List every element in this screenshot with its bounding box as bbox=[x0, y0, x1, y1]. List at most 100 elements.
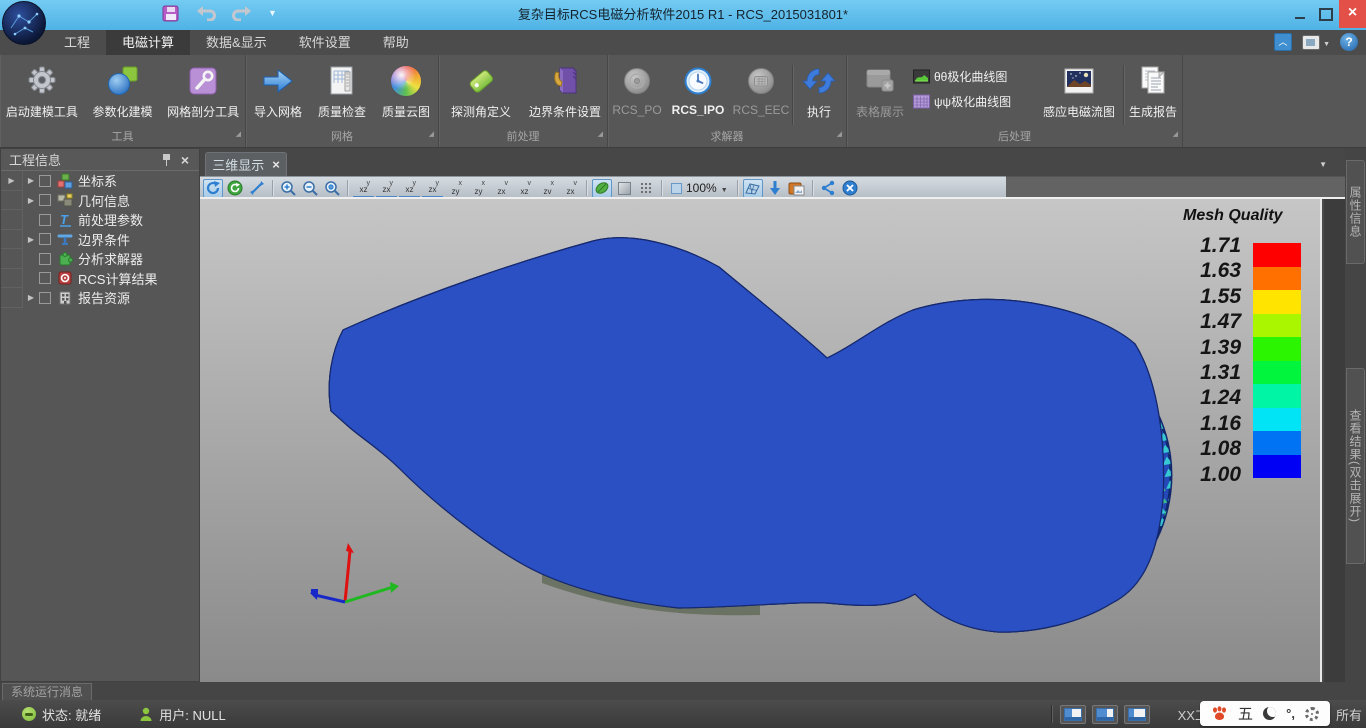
menu-tab-help[interactable]: 帮助 bbox=[367, 30, 425, 55]
zoom-out-button[interactable] bbox=[300, 179, 320, 198]
layout-button-1[interactable] bbox=[1060, 705, 1086, 724]
ime-toolbar[interactable]: 五 °, bbox=[1200, 701, 1330, 726]
dialog-launcher-icon[interactable]: ◢ bbox=[837, 127, 842, 143]
ime-mode-button[interactable]: 五 bbox=[1238, 703, 1253, 724]
menu-tab-data-display[interactable]: 数据&显示 bbox=[190, 30, 283, 55]
ime-moon-icon[interactable] bbox=[1263, 707, 1276, 720]
view-orientation-button-6[interactable]: zyx bbox=[468, 179, 489, 198]
show-mesh-button[interactable] bbox=[743, 179, 763, 198]
redo-button[interactable] bbox=[232, 3, 252, 23]
tree-item-rcs-result[interactable]: RCS计算结果 bbox=[23, 269, 199, 289]
shaded-mode-button[interactable] bbox=[592, 179, 612, 198]
dialog-launcher-icon[interactable]: ◢ bbox=[429, 127, 434, 143]
expand-arrow-icon[interactable] bbox=[23, 176, 39, 185]
ime-paw-icon[interactable] bbox=[1211, 706, 1228, 721]
psi-polarization-curve-button[interactable]: ψψ极化曲线图 bbox=[913, 92, 1035, 110]
expand-arrow-icon[interactable] bbox=[23, 293, 39, 302]
menu-tab-project[interactable]: 工程 bbox=[48, 30, 106, 55]
view-orientation-button-5[interactable]: zyx bbox=[445, 179, 466, 198]
parametric-modeling-button[interactable]: 参数化建模 bbox=[84, 59, 162, 129]
rcs-ipo-button[interactable]: RCS_IPO bbox=[666, 59, 730, 129]
close-panel-icon[interactable] bbox=[181, 152, 189, 168]
import-mesh-button[interactable]: 导入网格 bbox=[246, 59, 310, 129]
save-view-button[interactable] bbox=[765, 179, 785, 198]
undo-button[interactable] bbox=[196, 3, 216, 23]
view-orientation-button-9[interactable]: zvx bbox=[537, 179, 558, 198]
layout-button-3[interactable] bbox=[1124, 705, 1150, 724]
tab-list-dropdown-button[interactable] bbox=[1319, 156, 1327, 170]
expand-arrow-icon[interactable] bbox=[23, 196, 39, 205]
collapse-ribbon-button[interactable] bbox=[1274, 33, 1292, 51]
quick-access-dropdown[interactable]: ▼ bbox=[268, 8, 277, 18]
save-button[interactable] bbox=[160, 3, 180, 23]
menu-tab-em-compute[interactable]: 电磁计算 bbox=[106, 30, 190, 55]
checkbox[interactable] bbox=[39, 272, 51, 284]
pin-icon[interactable] bbox=[162, 154, 171, 166]
layout-button-2[interactable] bbox=[1092, 705, 1118, 724]
link-views-button[interactable] bbox=[818, 179, 838, 198]
zoom-in-button[interactable] bbox=[278, 179, 298, 198]
view-orientation-button-4[interactable]: zxy bbox=[422, 179, 443, 198]
capture-view-button[interactable] bbox=[787, 179, 807, 198]
view-orientation-button-8[interactable]: xzv bbox=[514, 179, 535, 198]
app-logo[interactable] bbox=[2, 1, 46, 45]
expand-arrow-icon[interactable] bbox=[4, 176, 20, 185]
tab-property-info[interactable]: 属性信息 bbox=[1346, 160, 1365, 264]
induction-current-map-button[interactable]: 感应电磁流图 bbox=[1035, 59, 1123, 129]
expand-arrow-icon[interactable] bbox=[23, 235, 39, 244]
checkbox[interactable] bbox=[39, 175, 51, 187]
probe-angle-define-button[interactable]: 探测角定义 bbox=[439, 59, 523, 129]
ime-punctuation-button[interactable]: °, bbox=[1286, 706, 1295, 721]
tree-item-preprocess-params[interactable]: T 前处理参数 bbox=[23, 210, 199, 230]
rcs-po-button[interactable]: RCS_PO bbox=[608, 59, 666, 129]
pan-view-button[interactable] bbox=[247, 179, 267, 198]
tree-item-solver[interactable]: 分析求解器 bbox=[23, 249, 199, 269]
minimize-button[interactable] bbox=[1287, 0, 1313, 28]
menu-tab-settings[interactable]: 软件设置 bbox=[283, 30, 367, 55]
mesh-partition-tools-button[interactable]: 网格剖分工具 bbox=[161, 59, 245, 129]
flat-mode-button[interactable] bbox=[614, 179, 634, 198]
dialog-launcher-icon[interactable]: ◢ bbox=[598, 127, 603, 143]
table-display-button[interactable]: 表格展示 bbox=[847, 59, 913, 129]
checkbox[interactable] bbox=[39, 292, 51, 304]
tree-item-geometry-info[interactable]: 几何信息 bbox=[23, 191, 199, 211]
ime-settings-gear-icon[interactable] bbox=[1305, 707, 1319, 721]
view-orientation-button-2[interactable]: zxy bbox=[376, 179, 397, 198]
maximize-button[interactable] bbox=[1313, 0, 1339, 28]
dialog-launcher-icon[interactable]: ◢ bbox=[236, 127, 241, 143]
tree-item-boundary-condition[interactable]: 边界条件 bbox=[23, 230, 199, 250]
checkbox[interactable] bbox=[39, 214, 51, 226]
view-orientation-button-1[interactable]: xzy bbox=[353, 179, 374, 198]
quality-check-button[interactable]: 质量检查 bbox=[310, 59, 374, 129]
close-view-button[interactable] bbox=[840, 179, 860, 198]
tab-system-messages[interactable]: 系统运行消息 bbox=[2, 683, 92, 700]
zoom-fit-button[interactable] bbox=[322, 179, 342, 198]
tab-view-results[interactable]: 查看结果(双击展开) bbox=[1346, 368, 1365, 564]
view-orientation-button-3[interactable]: xzy bbox=[399, 179, 420, 198]
tree-item-coordinate-system[interactable]: 坐标系 bbox=[23, 171, 199, 191]
dialog-launcher-icon[interactable]: ◢ bbox=[1173, 127, 1178, 143]
checkbox[interactable] bbox=[39, 253, 51, 265]
zoom-level-control[interactable]: 100% bbox=[667, 181, 732, 195]
style-switch-button[interactable] bbox=[1302, 35, 1330, 50]
close-tab-icon[interactable] bbox=[272, 157, 280, 172]
rotate-view-button[interactable] bbox=[203, 179, 223, 198]
view-orientation-button-10[interactable]: zxv bbox=[560, 179, 581, 198]
view-orientation-button-7[interactable]: zxv bbox=[491, 179, 512, 198]
close-button[interactable] bbox=[1339, 0, 1366, 28]
boundary-condition-settings-button[interactable]: 边界条件设置 bbox=[523, 59, 607, 129]
execute-button[interactable]: 执行 bbox=[793, 59, 845, 129]
tab-3d-display[interactable]: 三维显示 bbox=[205, 152, 287, 176]
launch-modeling-tools-button[interactable]: 启动建模工具 bbox=[0, 59, 84, 129]
spin-view-button[interactable] bbox=[225, 179, 245, 198]
help-button[interactable] bbox=[1340, 33, 1358, 51]
quality-cloudmap-button[interactable]: 质量云图 bbox=[374, 59, 438, 129]
checkbox[interactable] bbox=[39, 194, 51, 206]
rcs-eec-button[interactable]: RCS_EEC bbox=[730, 59, 792, 129]
generate-report-button[interactable]: 生成报告 bbox=[1124, 59, 1182, 129]
viewport-3d[interactable]: Mesh Quality 1.711.63 1.551.47 1.391.31 … bbox=[200, 199, 1322, 682]
tree-item-report-resource[interactable]: 报告资源 bbox=[23, 288, 199, 308]
checkbox[interactable] bbox=[39, 233, 51, 245]
wireframe-mode-button[interactable] bbox=[636, 179, 656, 198]
theta-polarization-curve-button[interactable]: θθ极化曲线图 bbox=[913, 67, 1035, 85]
